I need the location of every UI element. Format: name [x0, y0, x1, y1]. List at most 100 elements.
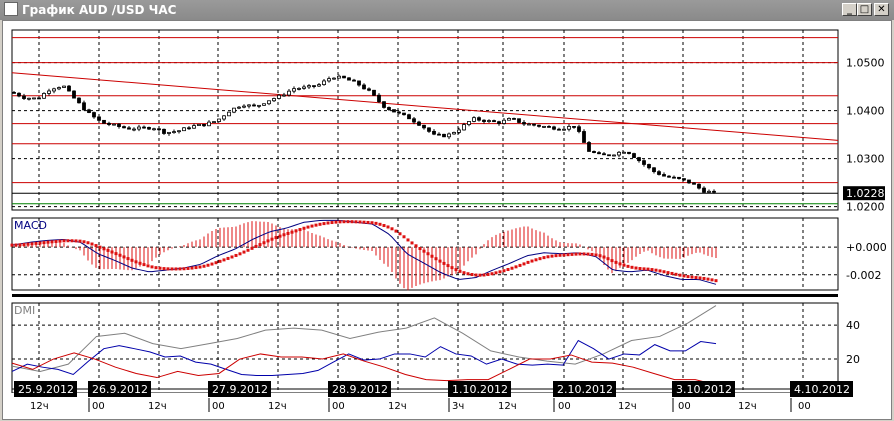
signal-dot — [166, 267, 170, 271]
signal-dot — [574, 252, 578, 256]
signal-dot — [278, 234, 282, 238]
candle-body — [682, 178, 686, 181]
hour-label: 00 — [678, 401, 691, 412]
candle-body — [92, 112, 96, 118]
hour-label: 12ч — [30, 401, 49, 412]
candle-body — [347, 77, 351, 81]
signal-dot — [358, 220, 362, 224]
signal-dot — [482, 273, 486, 277]
candle-body — [587, 142, 591, 152]
signal-dot — [622, 263, 626, 267]
signal-dot — [666, 271, 670, 275]
signal-dot — [418, 247, 422, 251]
candle-body — [652, 167, 656, 173]
signal-dot — [646, 267, 650, 271]
candle-body — [232, 107, 236, 113]
signal-dot — [442, 261, 446, 265]
candle-body — [442, 133, 446, 138]
candle-body — [127, 127, 131, 130]
signal-dot — [626, 264, 630, 268]
candle-body — [157, 128, 161, 131]
signal-dot — [146, 264, 150, 268]
dmi-title: DMI — [14, 304, 35, 317]
signal-dot — [62, 239, 66, 243]
signal-dot — [682, 274, 686, 278]
panel-splitter[interactable] — [12, 294, 838, 297]
candle-body — [152, 128, 156, 131]
signal-dot — [106, 248, 110, 252]
candle-body — [87, 109, 91, 113]
signal-dot — [186, 266, 190, 270]
candle-body — [167, 131, 171, 134]
signal-dot — [102, 247, 106, 251]
candle-body — [427, 127, 431, 132]
candle-body — [712, 190, 716, 193]
signal-dot — [634, 266, 638, 270]
candle-body — [47, 90, 51, 94]
signal-dot — [170, 267, 174, 271]
dmi-tick-label: 20 — [846, 353, 860, 366]
candle-body — [412, 118, 416, 123]
signal-dot — [670, 271, 674, 275]
signal-dot — [550, 254, 554, 258]
candle-body — [117, 123, 121, 127]
candle-body — [602, 153, 606, 156]
candle-body — [392, 109, 396, 113]
candle-body — [297, 87, 301, 90]
signal-dot — [654, 268, 658, 272]
signal-dot — [362, 220, 366, 224]
signal-dot — [566, 253, 570, 257]
candle-body — [82, 102, 86, 111]
signal-dot — [650, 268, 654, 272]
candle-body — [542, 126, 546, 128]
candle-body — [52, 88, 56, 92]
signal-dot — [194, 266, 198, 270]
candle-body — [472, 117, 476, 122]
price-tick-label: 1.0200 — [846, 201, 885, 214]
candle-body — [662, 174, 666, 177]
candle-body — [217, 118, 221, 122]
signal-dot — [370, 221, 374, 225]
candle-body — [212, 121, 216, 123]
candle-body — [562, 128, 566, 131]
signal-dot — [542, 256, 546, 260]
candle-body — [227, 111, 231, 117]
signal-dot — [322, 222, 326, 226]
hour-label: 12ч — [738, 401, 757, 412]
chart-canvas[interactable]: MACD DMI 1.0500 1.0400 1.0300 1.02001.0228 +… — [0, 0, 894, 421]
signal-dot — [250, 246, 254, 250]
candle-body — [582, 131, 586, 143]
candle-body — [262, 103, 266, 106]
signal-dot — [554, 254, 558, 258]
date-label: 28.9.2012 — [332, 383, 388, 396]
candle-body — [342, 75, 346, 79]
candle-body — [97, 116, 101, 121]
signal-dot — [346, 220, 350, 224]
candle-body — [487, 120, 491, 122]
signal-dot — [314, 223, 318, 227]
signal-dot — [662, 270, 666, 274]
candle-body — [632, 153, 636, 158]
candle-body — [627, 151, 631, 154]
signal-dot — [546, 255, 550, 259]
candle-body — [222, 115, 226, 120]
signal-dot — [378, 222, 382, 226]
signal-dot — [430, 254, 434, 258]
candle-body — [597, 152, 601, 155]
candle-body — [37, 97, 41, 100]
signal-dot — [126, 257, 130, 261]
candle-body — [287, 90, 291, 96]
candle-body — [617, 151, 621, 156]
signal-dot — [394, 229, 398, 233]
signal-dot — [390, 227, 394, 231]
candle-body — [547, 126, 551, 128]
signal-dot — [502, 269, 506, 273]
price-tick-label: 1.0500 — [846, 57, 885, 70]
signal-dot — [66, 239, 70, 243]
signal-dot — [402, 235, 406, 239]
candle-body — [667, 175, 671, 178]
signal-dot — [678, 273, 682, 277]
candle-body — [292, 88, 296, 92]
signal-dot — [446, 264, 450, 268]
signal-dot — [202, 264, 206, 268]
